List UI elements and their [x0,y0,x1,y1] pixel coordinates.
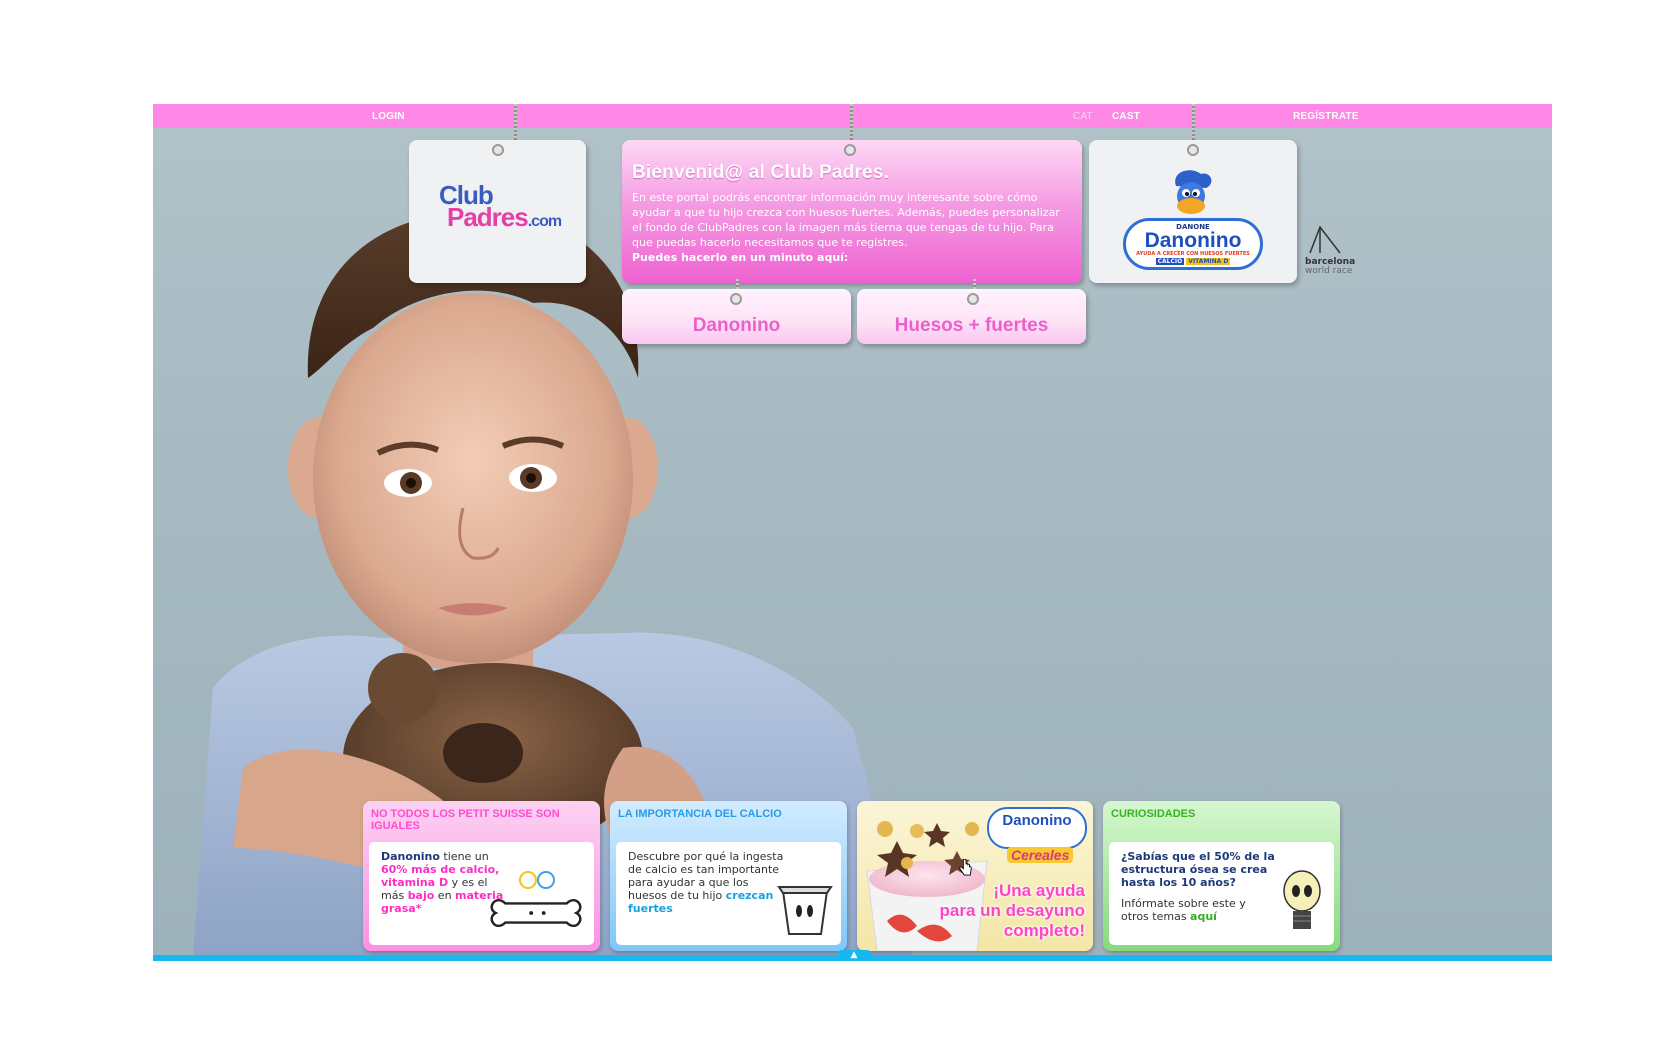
danonino-bone-logo: DANONE Danonino AYUDA A CRECER CON HUESO… [1123,218,1263,270]
hook-icon [730,293,742,305]
info-card-body: Danonino tiene un 60% más de calcio, vit… [369,842,594,945]
hand-cursor-icon [959,859,972,876]
huesos-fuertes-button-label: Huesos + fuertes [894,315,1049,336]
danonino-tagline: AYUDA A CRECER CON HUESOS FUERTES [1136,251,1250,257]
info-text: tiene un [439,850,489,863]
curiosity-link[interactable]: aquí [1190,910,1217,923]
info-card-body: ¿Sabías que el 50% de la estructura ósea… [1109,842,1334,945]
promo-line-1: ¡Una ayuda [993,881,1085,900]
info-card-calcio[interactable]: LA IMPORTANCIA DEL CALCIO Descubre por q… [610,801,847,951]
info-text: Infórmate sobre este y otros temas [1121,897,1246,923]
curiosity-question: ¿Sabías que el 50% de la estructura ósea… [1121,850,1275,889]
welcome-title: Bienvenid@ al Club Padres. [632,162,890,183]
info-card-curiosidades[interactable]: CURIOSIDADES ¿Sabías que el 50% de la es… [1103,801,1340,951]
danonino-logo-card[interactable]: DANONE Danonino AYUDA A CRECER CON HUESO… [1089,140,1297,283]
info-card-heading: CURIOSIDADES [1111,808,1196,820]
login-link[interactable]: LOGIN [372,111,405,122]
danonino-button-label: Danonino [692,315,781,336]
hanging-string [850,104,853,144]
info-card-petit-suisse[interactable]: NO TODOS LOS PETIT SUISSE SON IGUALES Da… [363,801,600,951]
danonino-wordmark: Danonino [1144,229,1242,252]
promo-cereales-label: Cereales [1007,847,1074,863]
hook-icon [967,293,979,305]
bone-icon [490,898,582,928]
welcome-body: En este portal podrás encontrar informac… [632,191,1060,249]
info-card-heading: NO TODOS LOS PETIT SUISSE SON IGUALES [371,808,560,832]
info-card-heading: LA IMPORTANCIA DEL CALCIO [618,808,782,820]
huesos-fuertes-button[interactable]: Huesos + fuertes [857,289,1086,344]
hanging-string [1192,104,1195,144]
hook-icon [1187,144,1199,156]
info-card-body: Descubre por qué la ingesta de calcio es… [616,842,841,945]
hanging-string [514,104,517,144]
expand-arrow-icon[interactable]: ▲ [837,950,871,961]
promo-card-danonino-cereales[interactable]: Danonino Cereales ¡Una ayuda para un des… [857,801,1093,951]
danonino-button[interactable]: Danonino [622,289,851,344]
sponsor-line2: world race [1305,266,1353,276]
clubpadres-logo-card[interactable]: Club Padres.com [409,140,586,283]
yogurt-cup-icon [777,886,833,935]
logo-padres: Padres [447,202,529,232]
promo-brand: Danonino [1002,812,1072,829]
info-text-highlight: bajo [407,889,435,902]
clubpadres-logo: Club Padres.com [439,182,562,233]
info-text-brand: Danonino [381,850,440,863]
promo-danonino-logo: Danonino [987,807,1087,849]
welcome-cta[interactable]: Puedes hacerlo en un minuto aquí: [632,250,1072,265]
calcio-badge: CALCIO [1155,258,1185,265]
vitamin-badges-icon [519,871,555,889]
welcome-card: Bienvenid@ al Club Padres. En este porta… [622,140,1082,283]
language-cast-link[interactable]: CAST [1112,111,1140,122]
page-stage: LOGIN CAT CAST REGÍSTRATE Club Padres.co… [153,104,1552,961]
hook-icon [492,144,504,156]
register-link[interactable]: REGÍSTRATE [1293,111,1359,122]
danonino-mascot-icon [1175,170,1212,214]
sail-icon [1309,225,1341,254]
logo-domain: .com [527,213,562,230]
barcelona-world-race-logo[interactable]: barcelona world race [1305,225,1363,281]
promo-slogan: ¡Una ayuda para un desayuno completo! [940,881,1085,941]
hook-icon [844,144,856,156]
info-text: en [434,889,456,902]
language-cat-link[interactable]: CAT [1073,111,1093,122]
vitamina-badge: VITAMINA D [1186,258,1231,265]
lightbulb-icon [1283,870,1321,929]
promo-line-3: completo! [1003,921,1085,940]
promo-line-2: para un desayuno [939,901,1085,920]
